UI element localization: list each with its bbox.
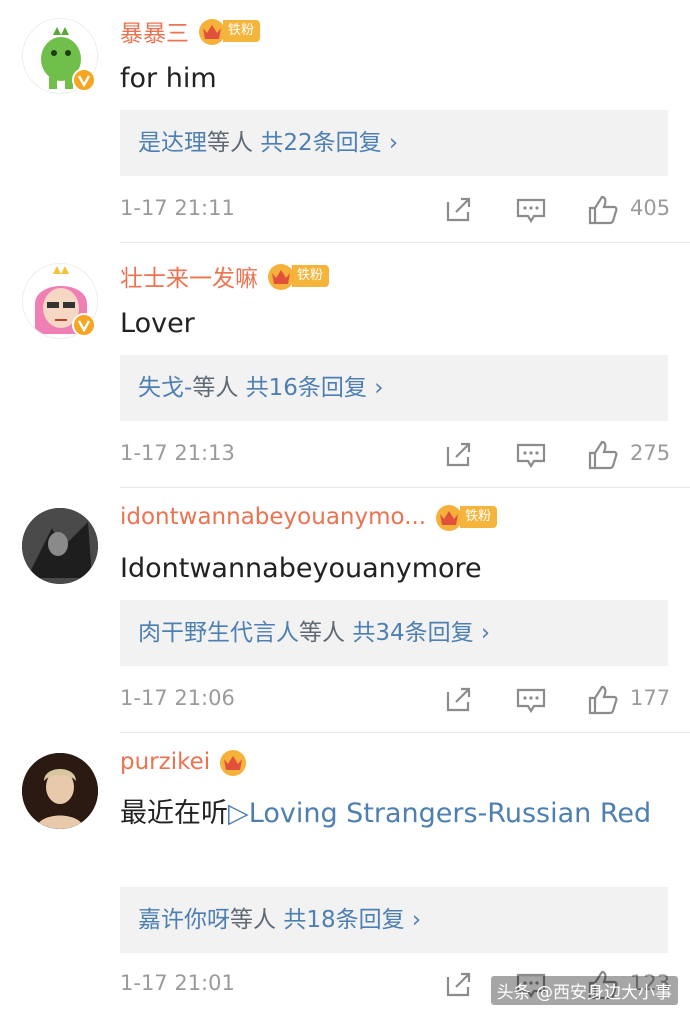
thumbs-up-icon[interactable] [586, 684, 620, 716]
reply-mid: 等人 [230, 907, 276, 933]
timestamp: 1-17 21:01 [120, 971, 235, 995]
comment-footer: 1-17 21:06 177 [120, 680, 671, 720]
divider [120, 487, 690, 488]
photo-avatar-icon [22, 508, 98, 584]
comment-footer: 1-17 21:13 275 [120, 435, 671, 475]
crown-icon [268, 264, 294, 290]
crown-icon [199, 19, 225, 45]
reply-names[interactable]: 嘉许你呀 [138, 907, 230, 933]
reply-count[interactable]: 共16条回复 [246, 375, 367, 401]
reply-mid: 等人 [192, 375, 239, 401]
username-row: idontwannabeyouanymo... 铁粉 [120, 504, 498, 531]
avatar[interactable] [22, 508, 98, 584]
fan-badge[interactable] [218, 749, 248, 776]
username[interactable]: purzikei [120, 749, 210, 775]
share-icon[interactable] [442, 684, 476, 716]
share-icon[interactable] [442, 439, 476, 471]
divider [120, 732, 690, 733]
username-row: purzikei [120, 749, 248, 776]
share-icon[interactable] [442, 969, 476, 1001]
crown-icon [436, 505, 463, 531]
avatar[interactable] [22, 263, 98, 339]
comment-text: 最近在听▷Loving Strangers-Russian Red [120, 793, 660, 835]
like-count: 275 [630, 441, 671, 465]
reply-mid: 等人 [299, 620, 345, 646]
reply-count[interactable]: 共34条回复 [352, 620, 473, 646]
chevron-right-icon: › [388, 130, 399, 156]
chevron-right-icon: › [374, 375, 384, 401]
comment-item: 壮士来一发嘛 铁粉 Lover 失戈-等人 共16条回复 › 1-17 21:1… [0, 245, 690, 489]
fan-label: 铁粉 [223, 20, 261, 42]
chevron-right-icon: › [411, 907, 422, 933]
share-icon[interactable] [442, 194, 476, 226]
comment-item: 暴暴三 铁粉 for him 是达理等人 共22条回复 › 1-17 21:11 [0, 0, 690, 244]
music-play-icon[interactable]: ▷ [228, 798, 249, 829]
fan-label: 铁粉 [460, 506, 498, 528]
chevron-right-icon: › [480, 620, 491, 646]
reply-names[interactable]: 是达理 [138, 130, 207, 156]
watermark: 头条 @西安身边大小事 [490, 976, 678, 1005]
avatar[interactable] [22, 18, 98, 94]
reply-names[interactable]: 失戈- [138, 375, 192, 401]
username[interactable]: 壮士来一发嘛 [120, 259, 258, 293]
like-count: 405 [630, 196, 671, 220]
username[interactable]: idontwannabeyouanymo... [120, 504, 426, 530]
avatar[interactable] [22, 753, 98, 829]
reply-mid: 等人 [207, 130, 253, 156]
comment-text-prefix: 最近在听 [120, 798, 228, 829]
username-row: 暴暴三 铁粉 [120, 14, 261, 48]
timestamp: 1-17 21:11 [120, 196, 235, 220]
fan-label: 铁粉 [292, 265, 330, 287]
username-row: 壮士来一发嘛 铁粉 [120, 259, 330, 293]
reply-summary[interactable]: 是达理等人 共22条回复 › [120, 110, 668, 176]
fan-badge[interactable]: 铁粉 [266, 263, 330, 290]
username[interactable]: 暴暴三 [120, 14, 189, 48]
thumbs-up-icon[interactable] [586, 439, 620, 471]
reply-count[interactable]: 共18条回复 [283, 907, 404, 933]
comment-icon[interactable] [514, 684, 548, 716]
music-link[interactable]: Loving Strangers-Russian Red [249, 798, 651, 829]
reply-count[interactable]: 共22条回复 [260, 130, 381, 156]
comment-text: Idontwannabeyouanymore [120, 553, 482, 584]
photo-avatar-icon [22, 753, 98, 829]
verified-icon [72, 68, 96, 92]
reply-summary[interactable]: 失戈-等人 共16条回复 › [120, 355, 668, 421]
crown-icon [220, 750, 247, 776]
avatar-image [22, 508, 98, 584]
timestamp: 1-17 21:06 [120, 686, 235, 710]
verified-icon [72, 313, 96, 337]
comment-icon[interactable] [514, 194, 548, 226]
avatar-image [22, 753, 98, 829]
divider [120, 242, 690, 243]
fan-badge[interactable]: 铁粉 [434, 504, 498, 531]
comment-icon[interactable] [514, 439, 548, 471]
comment-feed: 暴暴三 铁粉 for him 是达理等人 共22条回复 › 1-17 21:11 [0, 0, 690, 1017]
like-count: 177 [630, 686, 671, 710]
reply-summary[interactable]: 肉干野生代言人等人 共34条回复 › [120, 600, 668, 666]
comment-item: idontwannabeyouanymo... 铁粉 Idontwannabey… [0, 490, 690, 734]
reply-names[interactable]: 肉干野生代言人 [138, 620, 299, 646]
timestamp: 1-17 21:13 [120, 441, 235, 465]
thumbs-up-icon[interactable] [586, 194, 620, 226]
comment-item: purzikei 最近在听▷Loving Strangers-Russian R… [0, 735, 690, 1017]
comment-footer: 1-17 21:11 405 [120, 190, 671, 230]
comment-text: Lover [120, 308, 195, 339]
reply-summary[interactable]: 嘉许你呀等人 共18条回复 › [120, 887, 668, 953]
fan-badge[interactable]: 铁粉 [197, 18, 261, 45]
comment-text: for him [120, 63, 217, 94]
